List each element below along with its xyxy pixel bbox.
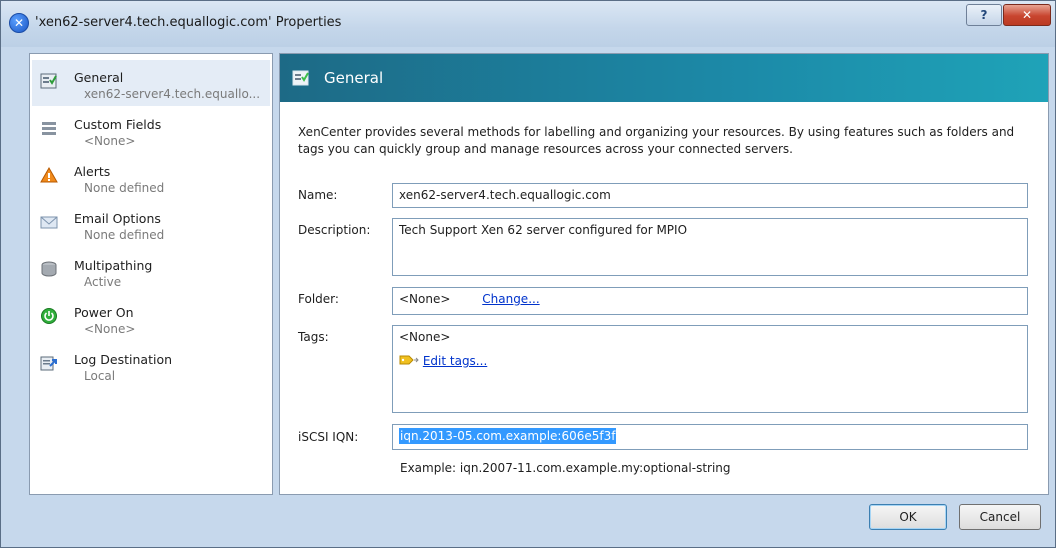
edit-tags-row: Edit tags... bbox=[399, 354, 1021, 369]
iqn-input[interactable]: iqn.2013-05.com.example:606e5f3f bbox=[392, 424, 1028, 450]
nav-item-general[interactable]: General xen62-server4.tech.equallo... bbox=[32, 60, 270, 106]
nav-label: Custom Fields bbox=[74, 117, 162, 132]
iqn-example: Example: iqn.2007-11.com.example.my:opti… bbox=[400, 461, 731, 475]
window-title: 'xen62-server4.tech.equallogic.com' Prop… bbox=[35, 15, 342, 30]
nav-label: Email Options bbox=[74, 211, 161, 226]
multipathing-icon bbox=[40, 260, 58, 278]
folder-label: Folder: bbox=[298, 292, 339, 306]
nav-item-alerts[interactable]: Alerts None defined bbox=[32, 154, 270, 200]
nav-item-email-options[interactable]: Email Options None defined bbox=[32, 201, 270, 247]
email-icon bbox=[40, 213, 58, 231]
nav-item-custom-fields[interactable]: Custom Fields <None> bbox=[32, 107, 270, 153]
nav-label: General bbox=[74, 70, 124, 85]
description-label: Description: bbox=[298, 223, 371, 237]
nav-label: Power On bbox=[74, 305, 134, 320]
name-field[interactable]: xen62-server4.tech.equallogic.com bbox=[392, 183, 1028, 208]
iqn-value: iqn.2013-05.com.example:606e5f3f bbox=[399, 428, 617, 444]
general-icon bbox=[292, 69, 310, 87]
nav-item-power-on[interactable]: Power On <None> bbox=[32, 295, 270, 341]
properties-dialog: ✕ 'xen62-server4.tech.equallogic.com' Pr… bbox=[0, 0, 1056, 548]
tags-value: <None> bbox=[399, 330, 451, 344]
panel-title: General bbox=[324, 69, 384, 87]
properties-nav: General xen62-server4.tech.equallo... Cu… bbox=[29, 53, 273, 495]
panel-header: General bbox=[280, 54, 1048, 102]
nav-sublabel: xen62-server4.tech.equallo... bbox=[84, 87, 261, 101]
xencenter-app-icon: ✕ bbox=[9, 13, 29, 33]
general-panel: General XenCenter provides several metho… bbox=[279, 53, 1049, 495]
nav-sublabel: Local bbox=[84, 369, 116, 383]
power-icon bbox=[40, 307, 58, 325]
nav-label: Multipathing bbox=[74, 258, 153, 273]
ok-button[interactable]: OK bbox=[869, 504, 947, 530]
nav-sublabel: None defined bbox=[84, 228, 165, 242]
close-button[interactable]: ✕ bbox=[1003, 4, 1051, 26]
nav-item-log-destination[interactable]: Log Destination Local bbox=[32, 342, 270, 388]
nav-sublabel: <None> bbox=[84, 322, 136, 336]
name-label: Name: bbox=[298, 188, 338, 202]
intro-text: XenCenter provides several methods for l… bbox=[298, 125, 1015, 156]
tags-field: <None> Edit tags... bbox=[392, 325, 1028, 413]
custom-fields-icon bbox=[40, 119, 58, 137]
name-value: xen62-server4.tech.equallogic.com bbox=[399, 188, 611, 202]
folder-change-link[interactable]: Change... bbox=[482, 292, 539, 306]
general-icon bbox=[40, 72, 58, 90]
alert-icon bbox=[40, 166, 58, 184]
nav-sublabel: Active bbox=[84, 275, 122, 289]
description-field[interactable]: Tech Support Xen 62 server configured fo… bbox=[392, 218, 1028, 276]
tag-icon bbox=[399, 354, 419, 369]
nav-sublabel: <None> bbox=[84, 134, 136, 148]
nav-sublabel: None defined bbox=[84, 181, 165, 195]
folder-field: <None> Change... bbox=[392, 287, 1028, 315]
iqn-label: iSCSI IQN: bbox=[298, 430, 359, 444]
edit-tags-link[interactable]: Edit tags... bbox=[423, 354, 487, 368]
nav-label: Alerts bbox=[74, 164, 111, 179]
help-button[interactable]: ? bbox=[966, 4, 1002, 26]
log-destination-icon bbox=[40, 354, 58, 372]
nav-label: Log Destination bbox=[74, 352, 173, 367]
folder-value: <None> bbox=[399, 292, 451, 306]
nav-item-multipathing[interactable]: Multipathing Active bbox=[32, 248, 270, 294]
title-bar[interactable]: ✕ 'xen62-server4.tech.equallogic.com' Pr… bbox=[1, 1, 1055, 47]
tags-label: Tags: bbox=[298, 330, 329, 344]
cancel-button[interactable]: Cancel bbox=[959, 504, 1041, 530]
description-value: Tech Support Xen 62 server configured fo… bbox=[399, 223, 688, 237]
